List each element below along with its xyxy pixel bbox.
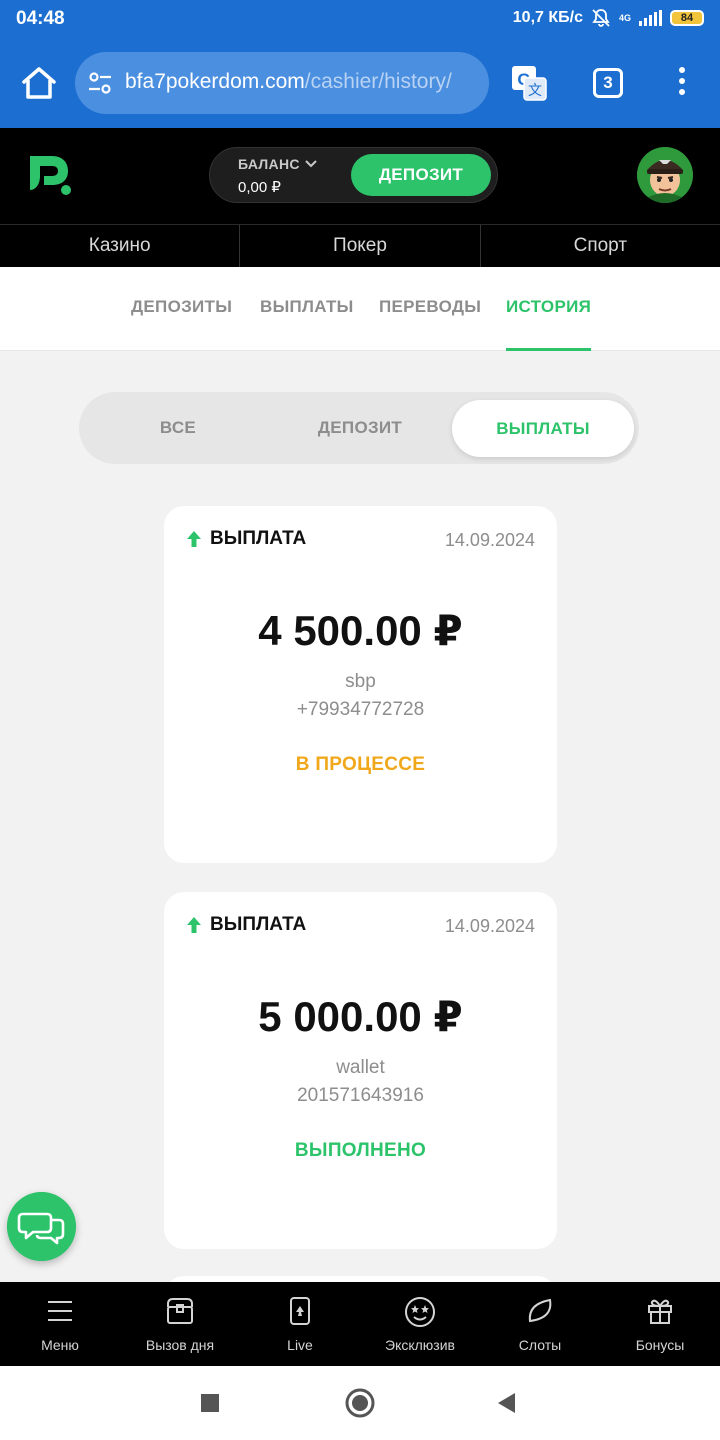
balance-label-text: БАЛАНС bbox=[238, 156, 300, 172]
network-type: 4G bbox=[618, 13, 631, 23]
deposit-button[interactable]: ДЕПОЗИТ bbox=[351, 154, 491, 196]
back-icon[interactable] bbox=[490, 1386, 524, 1420]
transaction-amount: 5 000.00 ₽ bbox=[258, 993, 463, 1040]
balance-value: 0,00 ₽ bbox=[238, 179, 281, 196]
nav-live-label: Live bbox=[287, 1337, 313, 1353]
transaction-status: В ПРОЦЕССЕ bbox=[295, 754, 426, 775]
system-nav-bar bbox=[0, 1366, 720, 1440]
arrow-up-icon bbox=[187, 917, 201, 933]
chest-icon bbox=[167, 1298, 193, 1324]
gift-icon bbox=[648, 1299, 672, 1324]
card-icon bbox=[290, 1297, 310, 1325]
balance-label[interactable]: БАЛАНС bbox=[238, 156, 318, 172]
cashier-tabs: ДЕПОЗИТЫ ВЫПЛАТЫ ПЕРЕВОДЫ ИСТОРИЯ bbox=[0, 267, 720, 351]
transaction-type-label: ВЫПЛАТА bbox=[210, 528, 307, 549]
section-poker[interactable]: Покер bbox=[240, 225, 481, 267]
tab-deposits[interactable]: ДЕПОЗИТЫ bbox=[131, 267, 232, 351]
menu-icon bbox=[48, 1301, 72, 1321]
translate-icon[interactable]: G 文 bbox=[510, 64, 548, 102]
status-bar: 04:48 10,7 КБ/с 4G 84 bbox=[0, 0, 720, 38]
filter-payouts[interactable]: ВЫПЛАТЫ bbox=[452, 400, 634, 457]
section-nav: Казино Покер Спорт bbox=[0, 224, 720, 267]
tab-payouts[interactable]: ВЫПЛАТЫ bbox=[260, 267, 354, 351]
tab-transfers[interactable]: ПЕРЕВОДЫ bbox=[379, 267, 481, 351]
tab-history[interactable]: ИСТОРИЯ bbox=[506, 267, 592, 351]
transaction-method: wallet bbox=[336, 1057, 385, 1078]
status-indicators: 10,7 КБ/с 4G 84 bbox=[513, 8, 704, 28]
transaction-type: ВЫПЛАТА bbox=[186, 914, 306, 936]
transaction-type: ВЫПЛАТА bbox=[186, 528, 306, 550]
star-eyes-icon bbox=[405, 1297, 435, 1327]
filter-all[interactable]: ВСЕ bbox=[89, 392, 267, 464]
transaction-date: 14.09.2024 bbox=[444, 916, 535, 936]
transaction-card[interactable]: ВЫПЛАТА 14.09.2024 5 000.00 ₽ wallet 201… bbox=[164, 892, 557, 1249]
nav-menu[interactable]: Меню bbox=[0, 1282, 120, 1366]
chat-support-button[interactable] bbox=[7, 1192, 76, 1261]
tab-switcher-button[interactable]: 3 bbox=[593, 68, 623, 98]
section-sport[interactable]: Спорт bbox=[481, 225, 720, 267]
avatar[interactable] bbox=[637, 147, 693, 203]
nav-menu-label: Меню bbox=[41, 1337, 79, 1353]
pokerdom-logo[interactable] bbox=[26, 152, 74, 198]
history-filter: ВСЕ ДЕПОЗИТ ВЫПЛАТЫ bbox=[79, 392, 639, 464]
transaction-date: 14.09.2024 bbox=[444, 530, 535, 550]
balance-widget[interactable]: БАЛАНС 0,00 ₽ ДЕПОЗИТ bbox=[209, 147, 498, 203]
nav-live[interactable]: Live bbox=[240, 1282, 360, 1366]
chevron-down-icon[interactable] bbox=[304, 159, 318, 169]
home-icon[interactable] bbox=[16, 60, 62, 106]
transaction-amount: 4 500.00 ₽ bbox=[258, 607, 463, 654]
net-speed: 10,7 КБ/с bbox=[512, 9, 583, 26]
svg-text:文: 文 bbox=[528, 82, 542, 98]
status-time: 04:48 bbox=[16, 8, 65, 29]
url-path: /cashier/history/ bbox=[304, 70, 452, 93]
nav-slots[interactable]: Слоты bbox=[480, 1282, 600, 1366]
address-bar[interactable]: bfa7pokerdom.com/cashier/history/ bbox=[75, 52, 489, 114]
nav-slots-label: Слоты bbox=[518, 1337, 562, 1353]
battery-icon: 84 bbox=[670, 10, 704, 26]
url-text[interactable]: bfa7pokerdom.com/cashier/history/ bbox=[125, 70, 452, 94]
transaction-account: +79934772728 bbox=[296, 699, 425, 720]
nav-bonuses[interactable]: Бонусы bbox=[600, 1282, 720, 1366]
more-menu-icon[interactable] bbox=[672, 67, 692, 99]
app-header: БАЛАНС 0,00 ₽ ДЕПОЗИТ bbox=[0, 128, 720, 224]
muted-bell-icon bbox=[592, 9, 610, 27]
recents-icon[interactable] bbox=[193, 1386, 227, 1420]
transaction-method: sbp bbox=[345, 671, 376, 692]
nav-exclusive[interactable]: Эксклюзив bbox=[360, 1282, 480, 1366]
transaction-status: ВЫПОЛНЕНО bbox=[294, 1140, 427, 1161]
nav-exclusive-label: Эксклюзив bbox=[385, 1337, 455, 1353]
browser-toolbar: bfa7pokerdom.com/cashier/history/ G 文 3 bbox=[0, 38, 720, 128]
nav-bonuses-label: Бонусы bbox=[635, 1337, 685, 1353]
home-circle-icon[interactable] bbox=[343, 1386, 377, 1420]
site-settings-icon[interactable] bbox=[87, 70, 113, 96]
nav-daily-challenge-label: Вызов дня bbox=[145, 1337, 215, 1353]
transaction-card[interactable]: ВЫПЛАТА 14.09.2024 4 500.00 ₽ sbp +79934… bbox=[164, 506, 557, 863]
bottom-nav: Меню Вызов дня Live Эксклюзив Слоты Бону… bbox=[0, 1282, 720, 1366]
leaf-icon bbox=[528, 1298, 552, 1323]
transaction-account: 201571643916 bbox=[297, 1085, 424, 1106]
arrow-up-icon bbox=[187, 531, 201, 547]
url-host: bfa7pokerdom.com bbox=[125, 70, 305, 93]
section-casino[interactable]: Казино bbox=[0, 225, 241, 267]
signal-icon bbox=[639, 10, 662, 26]
nav-daily-challenge[interactable]: Вызов дня bbox=[120, 1282, 240, 1366]
transaction-type-label: ВЫПЛАТА bbox=[210, 914, 307, 935]
filter-deposit[interactable]: ДЕПОЗИТ bbox=[271, 392, 449, 464]
